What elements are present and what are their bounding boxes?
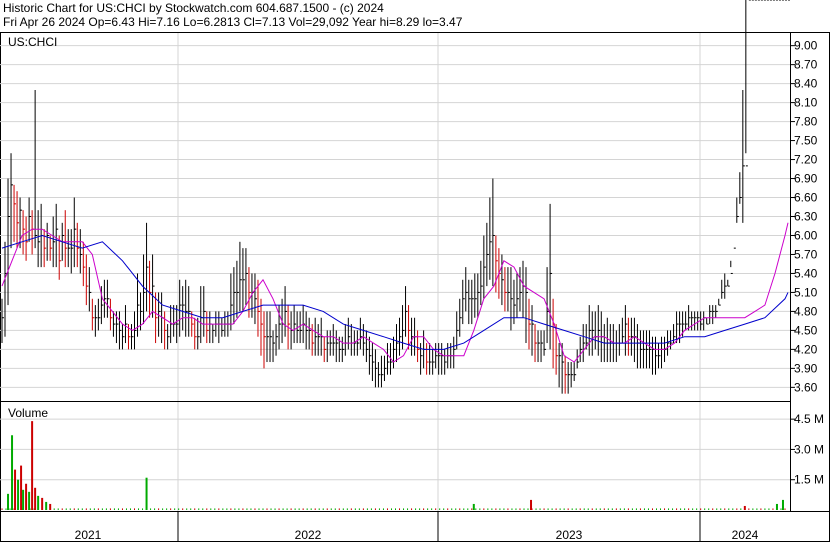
price-tick-label: 4.50 — [794, 323, 818, 337]
year-label: 2023 — [556, 528, 583, 542]
price-tick-label: 5.10 — [794, 285, 818, 299]
price-tick-label: 4.80 — [794, 304, 818, 318]
price-tick-label: 6.30 — [794, 210, 818, 224]
chart-frame — [0, 32, 830, 542]
price-panel-title: US:CHCI — [8, 35, 57, 49]
stock-chart: 9.00 8.70 8.40 8.10 7.80 7.50 7.20 6.90 6.60 6.30… — [0, 0, 830, 542]
price-tick-label: 7.80 — [794, 115, 818, 129]
volume-tick-label: 4.5 M — [794, 412, 824, 426]
price-tick-label: 8.10 — [794, 96, 818, 110]
volume-panel-title: Volume — [8, 406, 48, 420]
axis-labels: 9.00 8.70 8.40 8.10 7.80 7.50 7.20 6.90 6.60 6.30… — [75, 39, 824, 542]
price-tick-label: 8.70 — [794, 58, 818, 72]
volume-tick-label: 1.5 M — [794, 473, 824, 487]
price-tick-label: 7.50 — [794, 134, 818, 148]
price-tick-label: 5.40 — [794, 266, 818, 280]
price-tick-label: 9.00 — [794, 39, 818, 53]
price-bars — [1, 0, 790, 394]
year-label: 2024 — [732, 528, 759, 542]
price-tick-label: 7.20 — [794, 153, 818, 167]
price-tick-label: 6.60 — [794, 191, 818, 205]
volume-tick-label: 3.0 M — [794, 442, 824, 456]
year-label: 2021 — [75, 528, 102, 542]
price-tick-label: 4.20 — [794, 342, 818, 356]
volume-bars — [1, 421, 786, 510]
price-tick-label: 5.70 — [794, 247, 818, 261]
price-tick-label: 6.90 — [794, 172, 818, 186]
price-grid — [0, 33, 795, 541]
price-tick-label: 6.00 — [794, 228, 818, 242]
price-tick-label: 8.40 — [794, 77, 818, 91]
price-tick-label: 3.60 — [794, 380, 818, 394]
year-label: 2022 — [295, 528, 322, 542]
price-tick-label: 3.90 — [794, 361, 818, 375]
volume-grid — [0, 418, 795, 481]
